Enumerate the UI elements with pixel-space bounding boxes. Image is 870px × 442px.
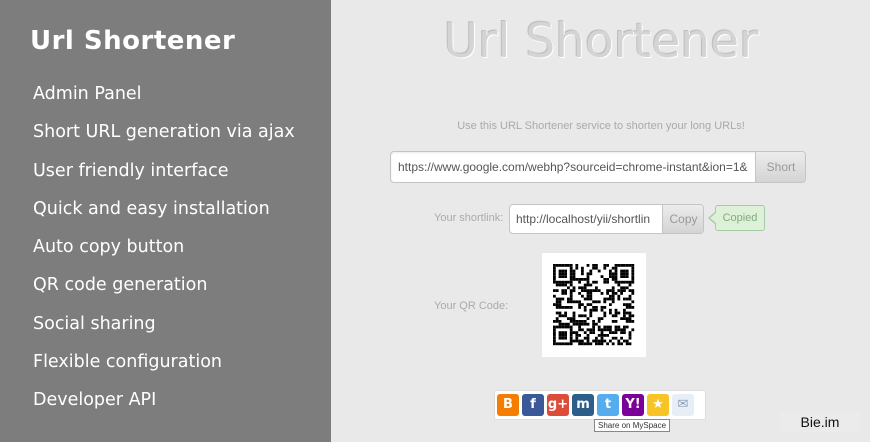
feature-item: Auto copy button (33, 237, 185, 258)
copied-badge: Copied (708, 205, 765, 231)
facebook-icon[interactable]: f (522, 394, 544, 416)
main-panel: Url Shortener Use this URL Shortener ser… (331, 0, 870, 442)
copy-button[interactable]: Copy (662, 205, 703, 233)
qr-label: Your QR Code: (434, 300, 509, 312)
qr-code-image (553, 264, 635, 346)
social-share-bar: Bf g+ m t Y! ★ ✉ (494, 390, 706, 420)
watermark: Bie.im (780, 412, 860, 432)
email-icon[interactable]: ✉ (672, 394, 694, 416)
shortlink-label: Your shortlink: (434, 212, 504, 224)
feature-item: Quick and easy installation (33, 198, 270, 219)
feature-item: Admin Panel (33, 84, 142, 104)
twitter-icon[interactable]: t (597, 394, 619, 416)
page-title: Url Shortener (443, 14, 759, 69)
long-url-form: Short (390, 151, 806, 183)
shortlink-form: Copy (509, 204, 704, 234)
sidebar-title: Url Shortener (30, 26, 236, 56)
favorite-star-icon[interactable]: ★ (647, 394, 669, 416)
google-plus-icon[interactable]: g+ (547, 394, 569, 416)
intro-text: Use this URL Shortener service to shorte… (457, 120, 745, 132)
long-url-input[interactable] (391, 152, 755, 182)
short-button[interactable]: Short (755, 152, 805, 182)
feature-item: Flexible configuration (33, 352, 222, 373)
feature-item: Developer API (33, 390, 157, 411)
blogger-icon[interactable]: B (497, 394, 519, 416)
feature-item: User friendly interface (33, 160, 229, 181)
feature-item: QR code generation (33, 275, 208, 296)
feature-item: Social sharing (33, 313, 156, 334)
myspace-icon[interactable]: m (572, 394, 594, 416)
yahoo-icon[interactable]: Y! (622, 394, 644, 416)
feature-item: Short URL generation via ajax (33, 122, 295, 143)
shortlink-input[interactable] (510, 205, 662, 233)
qr-code (542, 253, 646, 357)
tooltip: Share on MySpace (594, 419, 671, 432)
sidebar: Url Shortener Admin Panel Short URL gene… (0, 0, 331, 442)
feature-list: Admin Panel Short URL generation via aja… (33, 82, 295, 427)
